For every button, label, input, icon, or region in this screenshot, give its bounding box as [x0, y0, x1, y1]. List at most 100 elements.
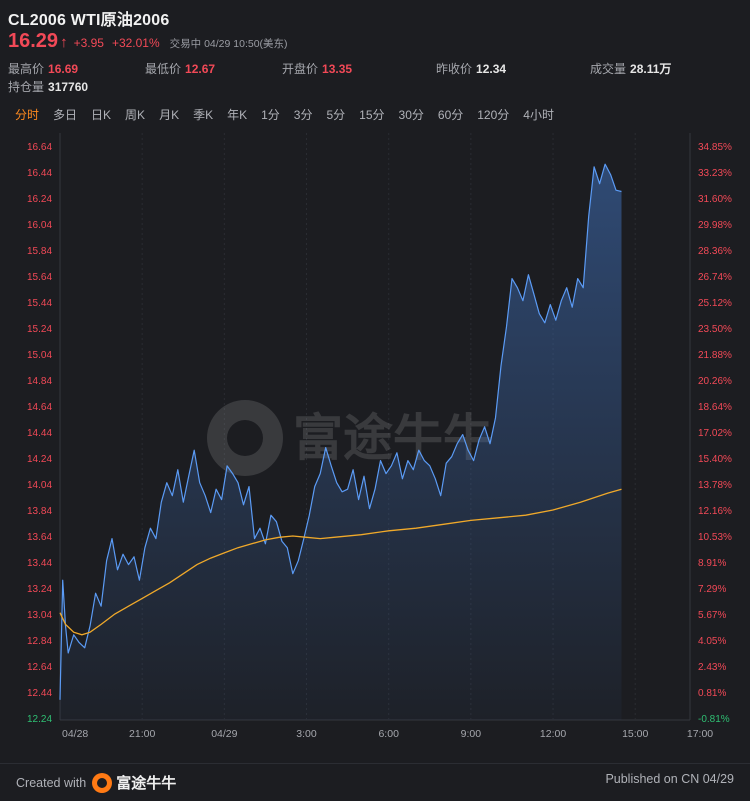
stat-value: 317760	[48, 80, 89, 94]
y-tick-label-left: 15.44	[27, 298, 52, 309]
last-price: 16.29	[8, 30, 59, 52]
y-tick-label-left: 15.84	[27, 246, 52, 257]
stat-value: 12.34	[476, 62, 507, 76]
up-arrow-icon: ↑	[60, 34, 68, 51]
stat-open: 开盘价 13.35	[282, 60, 352, 77]
stat-high: 最高价 16.69	[8, 60, 78, 77]
tab-30min[interactable]: 30分	[392, 106, 431, 123]
created-with: Created with 富途牛牛	[16, 772, 176, 793]
y-tick-label-left: 14.44	[27, 428, 52, 439]
tab-daily-k[interactable]: 日K	[84, 106, 118, 123]
stat-value: 16.69	[48, 62, 79, 76]
y-tick-label-right: -0.81%	[698, 714, 730, 725]
y-tick-label-right: 33.23%	[698, 168, 732, 179]
y-tick-label-right: 2.43%	[698, 662, 726, 673]
x-tick-label: 9:00	[461, 728, 482, 740]
published-date: Published on CN 04/29	[605, 772, 734, 786]
tab-intraday[interactable]: 分时	[8, 106, 46, 123]
tab-yearly-k[interactable]: 年K	[220, 106, 254, 123]
y-tick-label-right: 7.29%	[698, 584, 726, 595]
price-change-percent: +32.01%	[111, 36, 160, 50]
y-tick-label-left: 12.64	[27, 662, 52, 673]
y-tick-label-right: 28.36%	[698, 246, 732, 257]
y-tick-label-right: 25.12%	[698, 298, 732, 309]
y-tick-label-right: 23.50%	[698, 324, 732, 335]
y-tick-label-right: 5.67%	[698, 610, 726, 621]
tab-3min[interactable]: 3分	[287, 106, 320, 123]
stat-label: 开盘价	[282, 62, 319, 76]
x-tick-label: 17:00	[687, 728, 713, 740]
x-tick-label: 04/28	[62, 728, 88, 740]
footer: Created with 富途牛牛 Published on CN 04/29	[0, 763, 750, 801]
y-tick-label-left: 13.04	[27, 610, 52, 621]
y-tick-label-left: 14.64	[27, 402, 52, 413]
y-tick-label-left: 15.64	[27, 272, 52, 283]
y-tick-label-right: 29.98%	[698, 220, 732, 231]
y-tick-label-left: 16.64	[27, 142, 52, 153]
stat-label: 最低价	[145, 62, 182, 76]
y-tick-label-right: 15.40%	[698, 454, 732, 465]
stat-low: 最低价 12.67	[145, 60, 215, 77]
tab-60min[interactable]: 60分	[431, 106, 470, 123]
y-tick-label-right: 4.05%	[698, 636, 726, 647]
x-tick-label: 15:00	[622, 728, 648, 740]
quote-row: 16.29 ↑ +3.95 +32.01% 交易中 04/29 10:50(美东…	[8, 30, 288, 53]
stat-prev-close: 昨收价 12.34	[436, 60, 506, 77]
y-tick-label-left: 14.84	[27, 376, 52, 387]
y-tick-label-right: 26.74%	[698, 272, 732, 283]
futu-logo-icon	[92, 772, 113, 793]
y-tick-label-left: 16.24	[27, 194, 52, 205]
y-tick-label-right: 31.60%	[698, 194, 732, 205]
stat-value: 28.11万	[630, 62, 672, 76]
quote-header: CL2006 WTI原油2006	[8, 6, 742, 30]
period-tabs: 分时 多日 日K 周K 月K 季K 年K 1分 3分 5分 15分 30分 60…	[8, 106, 561, 123]
y-tick-label-left: 16.44	[27, 168, 52, 179]
stat-volume: 成交量 28.11万	[590, 60, 671, 77]
y-tick-label-right: 10.53%	[698, 532, 732, 543]
tab-120min[interactable]: 120分	[470, 106, 516, 123]
y-tick-label-left: 15.04	[27, 350, 52, 361]
x-tick-label: 12:00	[540, 728, 566, 740]
tab-multi-day[interactable]: 多日	[46, 106, 84, 123]
y-tick-label-right: 21.88%	[698, 350, 732, 361]
y-tick-label-right: 18.64%	[698, 402, 732, 413]
created-with-label: Created with	[16, 775, 87, 790]
y-tick-label-left: 13.84	[27, 506, 52, 517]
stat-label: 最高价	[8, 62, 45, 76]
stat-value: 12.67	[185, 62, 216, 76]
y-tick-label-right: 20.26%	[698, 376, 732, 387]
y-tick-label-left: 15.24	[27, 324, 52, 335]
x-tick-label: 6:00	[378, 728, 399, 740]
intraday-chart[interactable]: 16.64 16.44 16.24 16.04 15.84 15.64 15.44 15.24…	[0, 133, 750, 763]
y-tick-label-right: 17.02%	[698, 428, 732, 439]
y-tick-label-right: 13.78%	[698, 480, 732, 491]
y-tick-label-left: 13.24	[27, 584, 52, 595]
price-change: +3.95	[73, 36, 104, 50]
brand-name: 富途牛牛	[116, 775, 177, 792]
stat-open-interest: 持仓量 317760	[8, 78, 88, 95]
tab-quarterly-k[interactable]: 季K	[186, 106, 220, 123]
tab-1min[interactable]: 1分	[254, 106, 287, 123]
y-tick-label-left: 12.84	[27, 636, 52, 647]
stat-label: 持仓量	[8, 80, 45, 94]
y-tick-label-left: 14.24	[27, 454, 52, 465]
y-tick-label-left: 12.24	[27, 714, 52, 725]
y-tick-label-left: 16.04	[27, 220, 52, 231]
y-tick-label-left: 12.44	[27, 688, 52, 699]
tab-5min[interactable]: 5分	[319, 106, 352, 123]
x-tick-label: 21:00	[129, 728, 155, 740]
y-tick-label-right: 8.91%	[698, 558, 726, 569]
watermark-logo-inner	[227, 420, 263, 456]
x-tick-label: 04/29	[211, 728, 237, 740]
y-tick-label-left: 14.04	[27, 480, 52, 491]
tab-monthly-k[interactable]: 月K	[152, 106, 186, 123]
instrument-title: CL2006 WTI原油2006	[8, 12, 170, 29]
stat-label: 成交量	[590, 62, 627, 76]
tab-15min[interactable]: 15分	[352, 106, 391, 123]
stat-label: 昨收价	[436, 62, 473, 76]
stats-panel: 最高价 16.69 最低价 12.67 开盘价 13.35 昨收价 12.34 成交量 2…	[8, 60, 742, 94]
tab-4hour[interactable]: 4小时	[516, 106, 561, 123]
tab-weekly-k[interactable]: 周K	[118, 106, 152, 123]
y-tick-label-right: 0.81%	[698, 688, 726, 699]
stat-value: 13.35	[322, 62, 353, 76]
